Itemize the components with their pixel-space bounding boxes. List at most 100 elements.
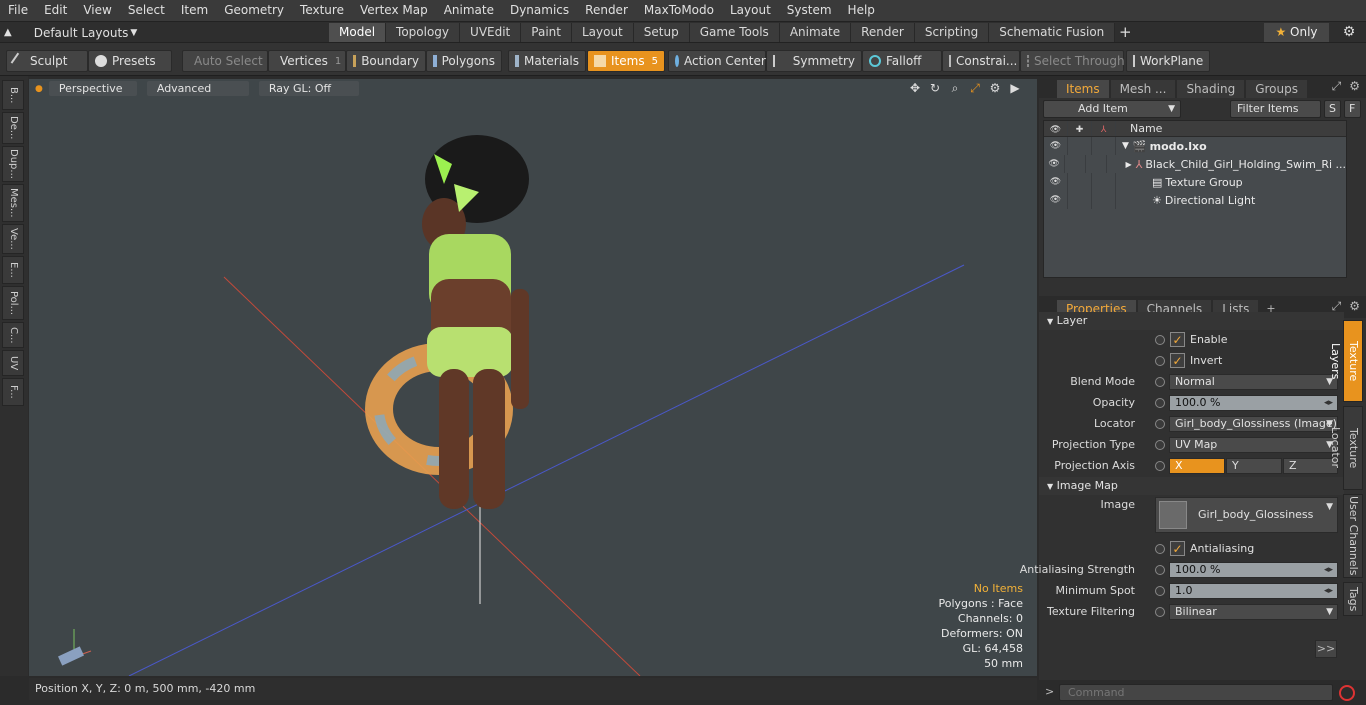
materials-button[interactable]: Materials (508, 50, 586, 72)
advanced-button[interactable]: Advanced (146, 81, 249, 96)
perspective-button[interactable]: Perspective (48, 81, 137, 96)
side-tab-user-channels[interactable]: User Channels (1343, 494, 1363, 578)
tab-mesh[interactable]: Mesh ... (1110, 80, 1176, 98)
invert-checkbox[interactable]: ✓ (1170, 353, 1185, 368)
menu-dynamics[interactable]: Dynamics (502, 0, 577, 21)
menu-geometry[interactable]: Geometry (216, 0, 292, 21)
maximize-view-icon[interactable]: ⤢ (967, 81, 983, 96)
locator-select[interactable]: Girl_body_Glossiness (Image) ( ...▼ (1169, 416, 1338, 432)
sculpt-button[interactable]: Sculpt (6, 50, 88, 72)
workplane-button[interactable]: WorkPlane (1126, 50, 1210, 72)
viewport-play-icon[interactable]: ▶ (1007, 81, 1023, 96)
texture-filtering-radio[interactable] (1155, 607, 1165, 617)
layout-selector[interactable]: ▲ Default Layouts ▼ (4, 24, 137, 41)
menu-animate[interactable]: Animate (436, 0, 502, 21)
expand-panel-icon[interactable]: ⤢ (1332, 79, 1342, 94)
antialiasing-checkbox[interactable]: ✓ (1170, 541, 1185, 556)
locator-radio[interactable] (1155, 419, 1165, 429)
left-tab-deform[interactable]: De... (2, 112, 24, 144)
expand-arrow-icon[interactable]: ▶ (1125, 160, 1131, 169)
more-button[interactable]: >> (1315, 640, 1337, 658)
panel-gear-icon[interactable]: ⚙ (1349, 79, 1360, 94)
gear-icon[interactable]: ⚙ (1336, 23, 1362, 42)
menu-edit[interactable]: Edit (36, 0, 75, 21)
viewport-menu-dot-icon[interactable]: ● (35, 84, 43, 94)
tab-groups[interactable]: Groups (1246, 80, 1307, 98)
side-tab-tags[interactable]: Tags (1343, 582, 1363, 616)
invert-radio[interactable] (1155, 356, 1165, 366)
left-tab-mesh[interactable]: Mes... (2, 184, 24, 222)
tab-game-tools[interactable]: Game Tools (689, 23, 780, 42)
opacity-slider[interactable]: 100.0 % ◂▸ (1169, 395, 1338, 411)
command-input[interactable] (1059, 684, 1333, 701)
tab-paint[interactable]: Paint (521, 23, 572, 42)
texture-filtering-select[interactable]: Bilinear ▼ (1169, 604, 1338, 620)
constraints-button[interactable]: Constrai... (942, 50, 1020, 72)
minimum-spot-slider[interactable]: 1.0 ◂▸ (1169, 583, 1338, 599)
boundary-button[interactable]: Boundary (346, 50, 426, 72)
items-button[interactable]: Items 5 (587, 50, 665, 72)
aa-strength-radio[interactable] (1155, 565, 1165, 575)
antialiasing-radio[interactable] (1155, 544, 1165, 554)
menu-file[interactable]: File (0, 0, 36, 21)
menu-layout[interactable]: Layout (722, 0, 779, 21)
opacity-radio[interactable] (1155, 398, 1165, 408)
symmetry-button[interactable]: Symmetry (766, 50, 862, 72)
add-item-button[interactable]: Add Item ▼ (1043, 100, 1181, 118)
left-tab-edge[interactable]: E... (2, 256, 24, 284)
tab-topology[interactable]: Topology (386, 23, 461, 42)
menu-vertex-map[interactable]: Vertex Map (352, 0, 436, 21)
axis-x-button[interactable]: X (1169, 458, 1225, 474)
image-map-section-header[interactable]: ▼ Image Map (1039, 477, 1344, 495)
axis-y-button[interactable]: Y (1226, 458, 1282, 474)
3d-viewport[interactable]: ● Perspective Advanced Ray GL: Off ✥ ↻ ⌕… (29, 79, 1037, 676)
menu-view[interactable]: View (75, 0, 119, 21)
layer-section-header[interactable]: ▼ Layer (1039, 312, 1344, 330)
left-tab-fusion[interactable]: F... (2, 378, 24, 406)
blend-mode-select[interactable]: Normal ▼ (1169, 374, 1338, 390)
left-tab-basic[interactable]: B... (2, 80, 24, 110)
eye-icon[interactable]: 👁 (1044, 191, 1068, 209)
tab-setup[interactable]: Setup (633, 23, 690, 42)
blend-mode-radio[interactable] (1155, 377, 1165, 387)
record-macro-icon[interactable] (1339, 685, 1355, 701)
polygons-button[interactable]: Polygons (426, 50, 502, 72)
filter-s-button[interactable]: S (1324, 100, 1341, 118)
add-tab-plus-icon[interactable]: + (1115, 23, 1135, 42)
eye-icon[interactable]: 👁 (1044, 137, 1068, 155)
tab-render[interactable]: Render (851, 23, 915, 42)
filter-items-input[interactable]: Filter Items (1230, 100, 1321, 118)
tab-layout[interactable]: Layout (571, 23, 634, 42)
menu-maxtomodo[interactable]: MaxToModo (636, 0, 722, 21)
raygl-button[interactable]: Ray GL: Off (258, 81, 359, 96)
presets-button[interactable]: Presets (88, 50, 172, 72)
menu-select[interactable]: Select (120, 0, 173, 21)
tree-row-mesh[interactable]: 👁 ▶ ⅄ Black_Child_Girl_Holding_Swim_Ri .… (1044, 155, 1346, 173)
enable-radio[interactable] (1155, 335, 1165, 345)
menu-render[interactable]: Render (577, 0, 636, 21)
left-tab-duplicate[interactable]: Dup... (2, 146, 24, 182)
left-tab-vertex[interactable]: Ve... (2, 224, 24, 254)
menu-item[interactable]: Item (173, 0, 216, 21)
slider-arrows-icon[interactable]: ◂▸ (1324, 396, 1333, 410)
projection-type-radio[interactable] (1155, 440, 1165, 450)
minimum-spot-radio[interactable] (1155, 586, 1165, 596)
tab-shading[interactable]: Shading (1177, 80, 1245, 98)
tab-scripting[interactable]: Scripting (914, 23, 990, 42)
projection-type-select[interactable]: UV Map▼ (1169, 437, 1338, 453)
slider-arrows-icon[interactable]: ◂▸ (1324, 563, 1333, 577)
tree-row-modo-lxo[interactable]: 👁 ▼ 🎬 modo.lxo (1044, 137, 1346, 155)
collapse-arrow-icon[interactable]: ▲ (4, 27, 12, 38)
image-select[interactable]: Girl_body_Glossiness ▼ (1155, 497, 1338, 533)
tab-schematic-fusion[interactable]: Schematic Fusion (989, 23, 1116, 42)
falloff-button[interactable]: Falloff (862, 50, 942, 72)
enable-checkbox[interactable]: ✓ (1170, 332, 1185, 347)
tab-items[interactable]: Items (1057, 80, 1109, 98)
rotate-view-icon[interactable]: ↻ (927, 81, 943, 96)
menu-system[interactable]: System (779, 0, 840, 21)
left-tab-curve[interactable]: C... (2, 322, 24, 348)
tree-row-directional-light[interactable]: 👁 ☀ Directional Light (1044, 191, 1346, 209)
vertices-button[interactable]: Vertices 1 (268, 50, 346, 72)
side-tab-texture-locator[interactable]: Texture Locator (1329, 406, 1363, 490)
viewport-gear-icon[interactable]: ⚙ (987, 81, 1003, 96)
